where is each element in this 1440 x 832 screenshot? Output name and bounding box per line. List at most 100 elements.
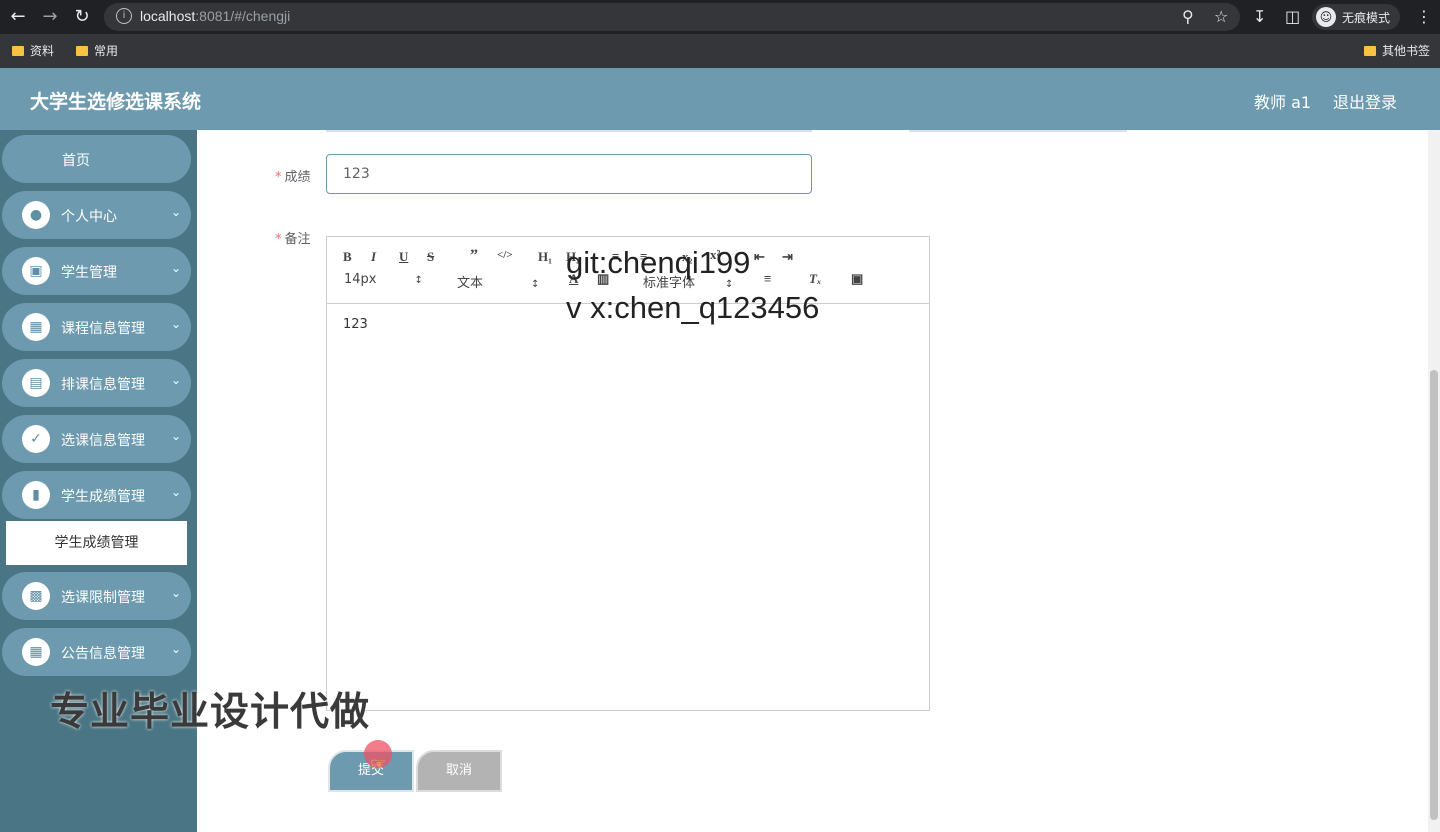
font-size-value: 14px (344, 272, 377, 287)
sidebar-item-profile[interactable]: ● 个人中心 ⌄ (2, 191, 191, 239)
text-style-select[interactable]: 文本 ↕ (457, 272, 539, 291)
sidebar-item-label: 选课限制管理 (61, 590, 145, 606)
star-icon[interactable]: ☆ (1214, 6, 1228, 28)
url-host: localhost (140, 8, 196, 24)
cancel-button[interactable]: 取消 (416, 750, 502, 792)
select-arrow-icon: ↕ (531, 279, 540, 290)
menu-icon[interactable]: ⋮ (1416, 6, 1432, 28)
chevron-down-icon: ⌄ (170, 317, 181, 331)
folder-icon (12, 45, 24, 56)
monitor-icon: ▩ (22, 582, 50, 610)
sidebar-item-schedule[interactable]: ▤ 排课信息管理 ⌄ (2, 359, 191, 407)
font-size-select[interactable]: 14px ↕ (344, 272, 423, 287)
sidebar-item-selection[interactable]: ✓ 选课信息管理 ⌄ (2, 415, 191, 463)
chevron-down-icon: ⌄ (170, 373, 181, 387)
italic-icon[interactable]: I (371, 249, 376, 265)
person-icon: ● (22, 201, 50, 229)
grid-icon: ▦ (22, 638, 50, 666)
app-header: 大学生选修选课系统 教师 a1 退出登录 (0, 68, 1440, 130)
sidebar-item-home[interactable]: 首页 (2, 135, 191, 183)
reload-icon[interactable]: ↻ (70, 5, 94, 29)
sidepanel-icon[interactable]: ◫ (1285, 6, 1300, 28)
url-path: :8081/#/chengji (195, 8, 291, 24)
incognito-icon: ☺ (1316, 7, 1336, 27)
hand-cursor-icon: ☞ (370, 754, 387, 775)
sidebar-item-courses[interactable]: ▦ 课程信息管理 ⌄ (2, 303, 191, 351)
chevron-down-icon: ⌄ (170, 642, 181, 656)
clipboard-check-icon: ✓ (22, 425, 50, 453)
sidebar-item-students[interactable]: ▣ 学生管理 ⌄ (2, 247, 191, 295)
sidebar-item-label: 学生管理 (61, 265, 117, 281)
strike-icon[interactable]: S (427, 249, 434, 265)
blockquote-icon[interactable]: ” (470, 247, 478, 265)
overlay-text: git:chenqi199 (566, 245, 751, 280)
sidebar-item-limits[interactable]: ▩ 选课限制管理 ⌄ (2, 572, 191, 620)
heading1-icon[interactable]: H₁ (538, 249, 552, 265)
text-style-value: 文本 (457, 276, 484, 291)
scrollbar-thumb[interactable] (1430, 370, 1438, 820)
chevron-down-icon: ⌄ (170, 429, 181, 443)
bar-chart-icon: ▮ (22, 481, 50, 509)
underline-icon[interactable]: U (399, 249, 408, 265)
app-title: 大学生选修选课系统 (30, 91, 202, 113)
chevron-down-icon: ⌄ (170, 586, 181, 600)
outdent-icon[interactable]: ⇤ (754, 249, 765, 265)
remark-label-text: 备注 (284, 232, 311, 247)
bookmark-label: 其他书签 (1382, 44, 1431, 58)
bookmark-label: 常用 (94, 44, 119, 58)
sidebar-item-label: 课程信息管理 (61, 321, 145, 337)
current-user: 教师 a1 (1254, 93, 1312, 112)
bookmarks-bar: 资料 常用 其他书签 (0, 34, 1440, 68)
editor-content[interactable]: 123 (343, 317, 368, 332)
chevron-down-icon: ⌄ (170, 205, 181, 219)
forward-icon[interactable]: → (38, 5, 62, 29)
bookmark-label: 资料 (30, 44, 55, 58)
other-bookmarks[interactable]: 其他书签 (1364, 42, 1430, 59)
bookmark-item[interactable]: 资料 (12, 42, 54, 59)
remark-label: * 备注 (275, 232, 311, 247)
incognito-badge[interactable]: ☺ 无痕模式 (1312, 4, 1401, 30)
grid-icon: ▦ (22, 313, 50, 341)
score-value: 123 (343, 166, 370, 182)
align-icon[interactable]: ≡ (764, 271, 771, 287)
image-icon[interactable]: ▣ (851, 271, 863, 287)
score-label-text: 成绩 (284, 170, 311, 185)
incognito-label: 无痕模式 (1342, 10, 1391, 25)
browser-titlebar: ← → ↻ i localhost:8081/#/chengji ⚲ ☆ ↧ ◫… (0, 0, 1440, 34)
page-scrollbar[interactable] (1428, 130, 1440, 832)
sidebar-item-grades[interactable]: ▮ 学生成绩管理 ⌄ (2, 471, 191, 519)
folder-icon (1364, 45, 1376, 56)
address-bar[interactable]: i localhost:8081/#/chengji ⚲ ☆ (104, 3, 1240, 31)
previous-field-edge (909, 130, 1127, 132)
clear-format-icon[interactable]: Tₓ (809, 271, 821, 287)
score-input[interactable]: 123 (326, 154, 812, 194)
sidebar-item-label: 公告信息管理 (61, 646, 145, 662)
score-label: * 成绩 (275, 170, 311, 185)
main-content: * 成绩 123 * 备注 B I U S ” </> H₁ H₂ ≡ ≡ x₂ x… (197, 130, 1428, 832)
bold-icon[interactable]: B (343, 249, 352, 265)
key-icon[interactable]: ⚲ (1182, 6, 1194, 28)
sidebar-item-notices[interactable]: ▦ 公告信息管理 ⌄ (2, 628, 191, 676)
select-arrow-icon: ↕ (414, 275, 423, 286)
sidebar-item-label: 个人中心 (61, 209, 117, 225)
site-info-icon[interactable]: i (116, 8, 132, 24)
overlay-banner: 专业毕业设计代做 (50, 690, 371, 735)
back-icon[interactable]: ← (6, 5, 30, 29)
sidebar-subitem-grades[interactable]: 学生成绩管理 (6, 521, 187, 565)
sidebar-item-label: 学生成绩管理 (61, 489, 145, 505)
overlay-text: v x:chen_q123456 (566, 290, 820, 325)
wallet-icon: ▣ (22, 257, 50, 285)
folder-icon (76, 45, 88, 56)
bookmark-item[interactable]: 常用 (76, 42, 118, 59)
indent-icon[interactable]: ⇥ (782, 249, 793, 265)
logout-link[interactable]: 退出登录 (1333, 89, 1397, 113)
code-icon[interactable]: </> (497, 249, 513, 261)
sidebar-item-label: 排课信息管理 (61, 377, 145, 393)
download-icon[interactable]: ↧ (1253, 6, 1266, 28)
chevron-up-icon: ⌄ (170, 485, 181, 499)
clipboard-icon: ▤ (22, 369, 50, 397)
sidebar-item-label: 选课信息管理 (61, 433, 145, 449)
chevron-down-icon: ⌄ (170, 261, 181, 275)
previous-field-edge (326, 130, 812, 132)
sidebar-item-label: 首页 (62, 153, 90, 169)
